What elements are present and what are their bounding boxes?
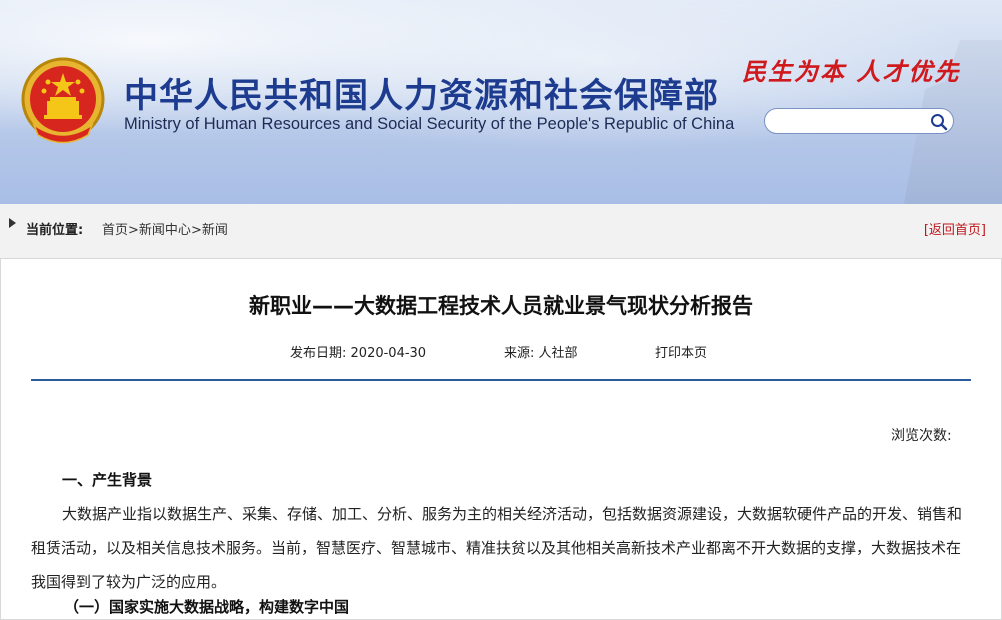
source-value: 人社部 bbox=[538, 346, 578, 361]
breadcrumb-separator: > bbox=[190, 223, 202, 238]
ministry-title-en: Ministry of Human Resources and Social S… bbox=[124, 115, 735, 133]
triangle-right-icon bbox=[9, 218, 16, 228]
national-emblem-icon bbox=[21, 57, 105, 144]
article-title: 新职业——大数据工程技术人员就业景气现状分析报告 bbox=[249, 294, 753, 318]
article-paragraph: 大数据产业指以数据生产、采集、存储、加工、分析、服务为主的相关经济活动，包括数据… bbox=[31, 505, 963, 591]
breadcrumb-label: 当前位置: bbox=[26, 223, 84, 238]
search-input[interactable] bbox=[777, 112, 931, 132]
breadcrumb: 首页>新闻中心>新闻 bbox=[102, 219, 228, 238]
publish-date-label: 发布日期: bbox=[290, 346, 347, 361]
back-home-link[interactable]: [返回首页] bbox=[924, 219, 986, 238]
breadcrumb-news[interactable]: 新闻 bbox=[202, 223, 228, 238]
section-heading: 一、产生背景 bbox=[62, 471, 153, 489]
breadcrumb-news-center[interactable]: 新闻中心 bbox=[139, 223, 191, 238]
publish-date-value: 2020-04-30 bbox=[350, 346, 427, 361]
header-slogan: 民生为本 人才优先 bbox=[742, 57, 961, 86]
publish-date: 发布日期: 2020-04-30 bbox=[290, 342, 426, 361]
title-divider bbox=[31, 379, 971, 381]
search-box[interactable] bbox=[764, 108, 954, 134]
source-label: 来源: bbox=[504, 346, 535, 361]
article-source: 来源: 人社部 bbox=[504, 342, 578, 361]
breadcrumb-separator: > bbox=[128, 223, 139, 238]
view-count: 浏览次数: bbox=[891, 428, 952, 444]
search-icon[interactable] bbox=[929, 112, 949, 132]
breadcrumb-home[interactable]: 首页 bbox=[102, 223, 128, 238]
subsection-heading: （一）国家实施大数据战略，构建数字中国 bbox=[64, 598, 350, 616]
ministry-title-cn: 中华人民共和国人力资源和社会保障部 bbox=[124, 76, 719, 116]
print-page-link[interactable]: 打印本页 bbox=[655, 342, 707, 361]
